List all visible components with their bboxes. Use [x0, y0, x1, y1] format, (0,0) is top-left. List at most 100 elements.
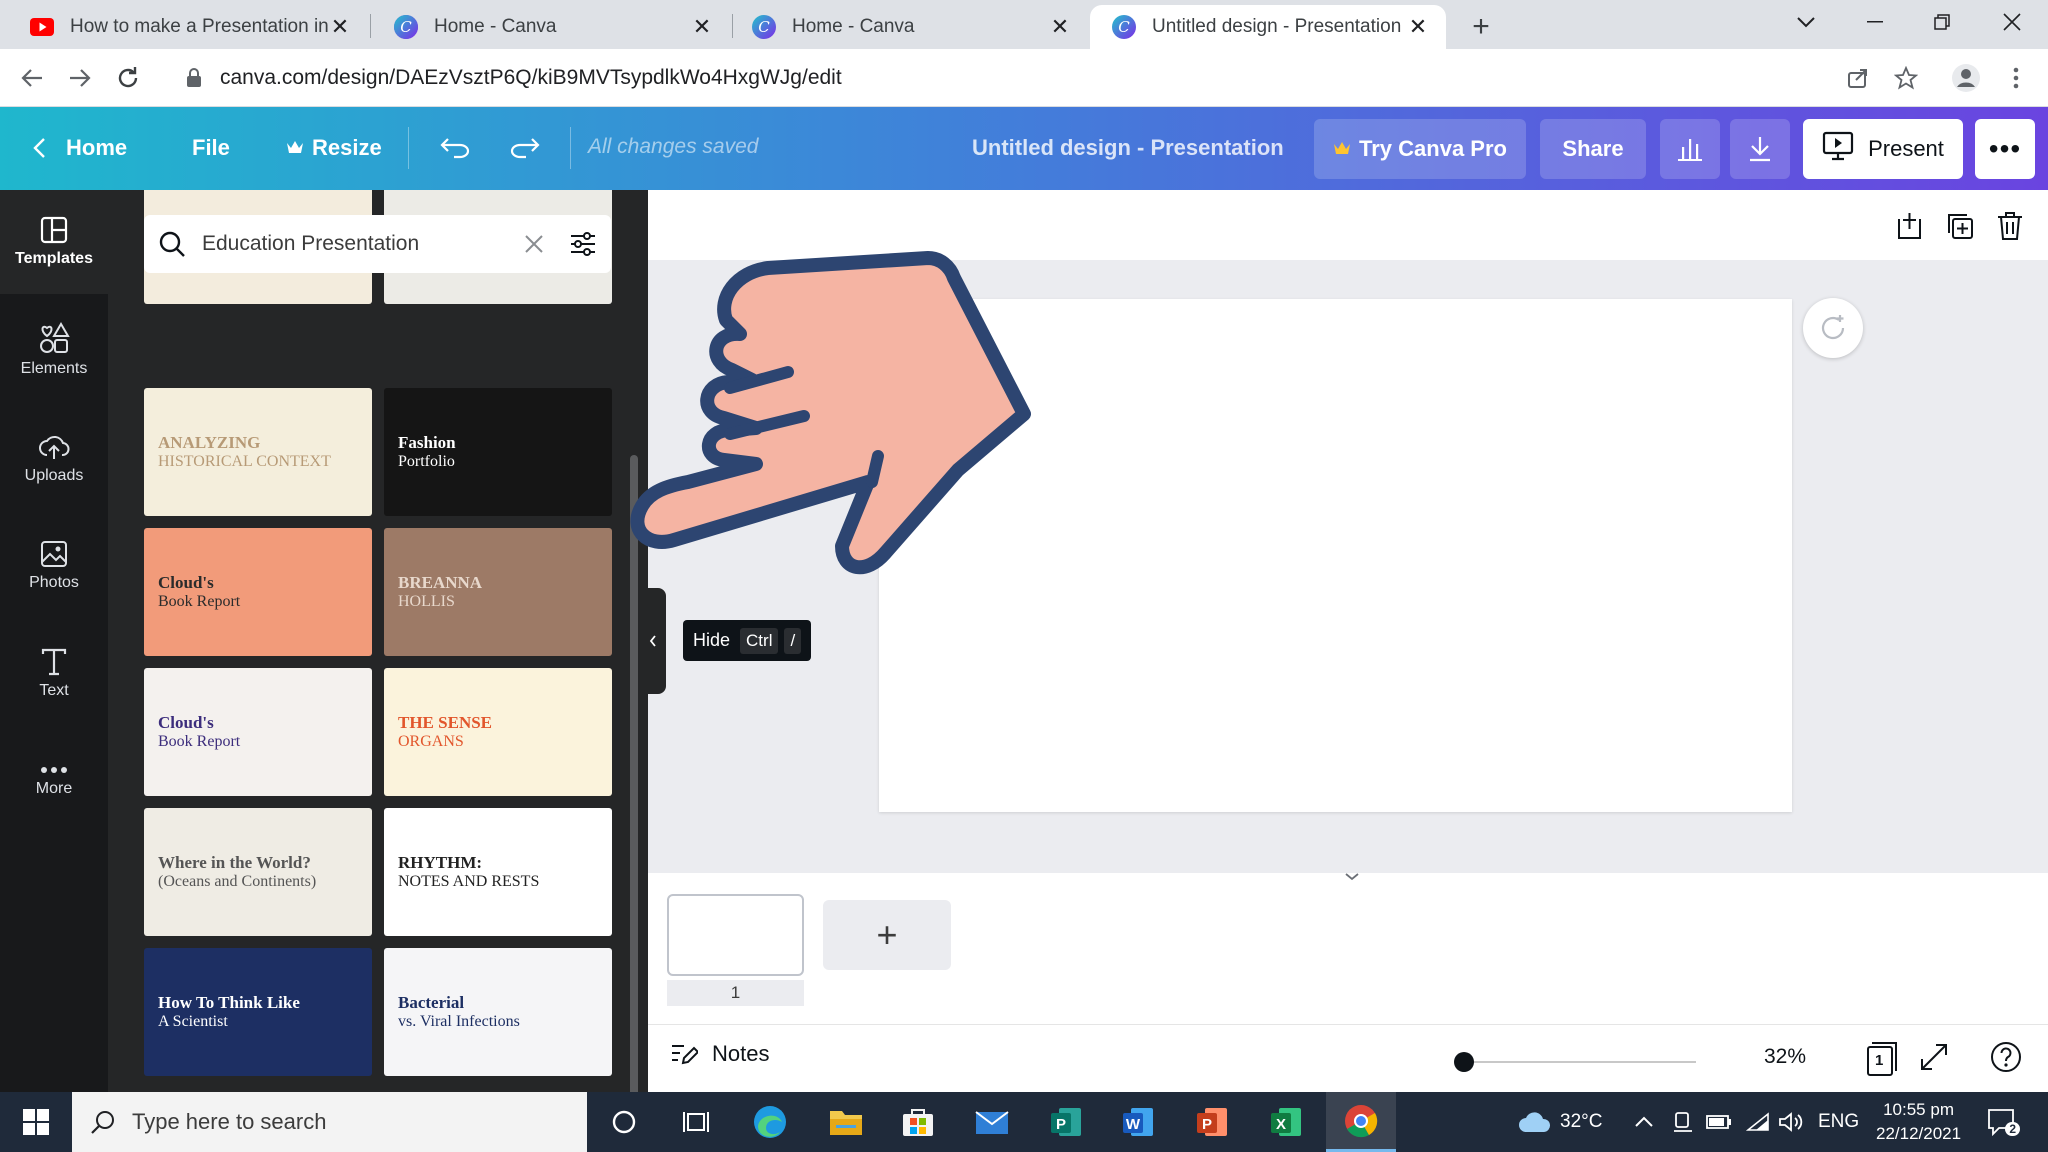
browser-tab[interactable]: C Home - Canva ✕ — [372, 5, 730, 49]
edge-icon[interactable] — [750, 1102, 790, 1142]
close-tab-icon[interactable]: ✕ — [1048, 14, 1072, 39]
page-count-button[interactable]: 1 — [1862, 1041, 1898, 1077]
present-button[interactable]: Present — [1803, 119, 1963, 179]
browser-tab[interactable]: How to make a Presentation in C ✕ — [8, 5, 368, 49]
zoom-level[interactable]: 32% — [1764, 1045, 1806, 1069]
insights-chart-icon[interactable] — [1660, 119, 1720, 179]
text-icon — [41, 648, 67, 676]
cortana-icon[interactable] — [604, 1102, 644, 1142]
svg-text:W: W — [1126, 1116, 1141, 1133]
template-thumbnail[interactable]: Where in the World? (Oceans and Continent… — [144, 808, 372, 936]
template-title-line: How To Think Like — [158, 993, 300, 1012]
regenerate-icon[interactable] — [1803, 298, 1863, 358]
collapse-panel-handle[interactable] — [640, 588, 666, 694]
url-field[interactable]: canva.com/design/DAEzVsztP6Q/kiB9MVTsypd… — [180, 59, 842, 97]
close-tab-icon[interactable]: ✕ — [328, 14, 352, 39]
close-tab-icon[interactable]: ✕ — [690, 14, 714, 39]
taskbar-search-placeholder: Type here to search — [132, 1109, 327, 1134]
zoom-slider-knob[interactable] — [1454, 1052, 1474, 1072]
delete-page-icon[interactable] — [1992, 208, 2028, 244]
meet-now-icon[interactable] — [1672, 1092, 1694, 1152]
template-thumbnail[interactable]: ANALYZING HISTORICAL CONTEXT — [144, 388, 372, 516]
excel-icon[interactable]: X — [1266, 1102, 1306, 1142]
duplicate-page-icon[interactable] — [1942, 208, 1978, 244]
mail-icon[interactable] — [972, 1102, 1012, 1142]
taskbar-search-field[interactable]: Type here to search — [72, 1092, 587, 1152]
help-icon[interactable] — [1990, 1041, 2022, 1078]
template-subtitle-line: ORGANS — [398, 733, 464, 750]
template-thumbnail[interactable]: Bacterial vs. Viral Infections — [384, 948, 612, 1076]
zoom-slider-track[interactable] — [1456, 1061, 1696, 1063]
reload-icon[interactable] — [108, 58, 148, 98]
profile-avatar-icon[interactable] — [1946, 58, 1986, 98]
forward-icon[interactable] — [60, 58, 100, 98]
language-indicator[interactable]: ENG — [1818, 1092, 1859, 1152]
design-title[interactable]: Untitled design - Presentation — [972, 135, 1284, 161]
template-search-field[interactable]: Education Presentation — [144, 215, 611, 273]
share-button[interactable]: Share — [1540, 119, 1646, 179]
template-thumbnail[interactable]: Cloud's Book Report — [144, 668, 372, 796]
windows-start-icon[interactable] — [16, 1102, 56, 1142]
fullscreen-icon[interactable] — [1920, 1043, 1948, 1076]
task-view-icon[interactable] — [676, 1102, 716, 1142]
volume-icon[interactable] — [1778, 1092, 1804, 1152]
back-icon[interactable] — [12, 58, 52, 98]
resize-button[interactable]: Resize — [286, 125, 382, 171]
clear-icon[interactable] — [523, 233, 545, 255]
tab-divider — [370, 14, 371, 38]
browser-tab[interactable]: C Home - Canva ✕ — [730, 5, 1088, 49]
notes-button[interactable]: Notes — [670, 1041, 769, 1067]
add-page-icon[interactable] — [1892, 208, 1928, 244]
undo-icon[interactable] — [440, 125, 470, 171]
rail-item-more[interactable]: More — [0, 732, 108, 832]
present-label: Present — [1868, 136, 1944, 161]
tab-search-icon[interactable] — [1776, 0, 1836, 44]
template-thumbnail[interactable]: BREANNA HOLLIS — [384, 528, 612, 656]
share-page-icon[interactable] — [1838, 58, 1878, 98]
template-thumbnail[interactable]: How To Think Like A Scientist — [144, 948, 372, 1076]
close-window-icon[interactable] — [1982, 0, 2042, 44]
try-canva-pro-button[interactable]: Try Canva Pro — [1314, 119, 1526, 179]
bookmark-star-icon[interactable] — [1886, 58, 1926, 98]
template-thumbnail[interactable]: RHYTHM: NOTES AND RESTS — [384, 808, 612, 936]
tray-chevron-icon[interactable] — [1634, 1092, 1654, 1152]
new-tab-button[interactable]: + — [1462, 8, 1500, 46]
more-options-button[interactable]: ••• — [1975, 119, 2035, 179]
template-thumbnail[interactable]: Cloud's Book Report — [144, 528, 372, 656]
restore-icon[interactable] — [1912, 0, 1972, 44]
filter-sliders-icon[interactable] — [569, 231, 597, 257]
publisher-icon[interactable]: P — [1046, 1102, 1086, 1142]
browser-tab-active[interactable]: C Untitled design - Presentation ✕ — [1090, 5, 1446, 49]
notifications-icon[interactable]: 2 — [1982, 1102, 2022, 1142]
rail-label: More — [35, 780, 73, 797]
search-input[interactable]: Education Presentation — [202, 232, 523, 256]
battery-icon[interactable] — [1706, 1092, 1732, 1152]
browser-menu-icon[interactable] — [1996, 58, 2036, 98]
rail-item-text[interactable]: Text — [0, 624, 108, 724]
rail-item-templates[interactable]: Templates — [0, 190, 108, 294]
add-page-button[interactable]: + — [823, 900, 951, 970]
redo-icon[interactable] — [510, 125, 540, 171]
svg-text:P: P — [1056, 1116, 1066, 1133]
chrome-taskbar-icon[interactable] — [1326, 1092, 1396, 1152]
powerpoint-icon[interactable]: P — [1192, 1102, 1232, 1142]
download-icon[interactable] — [1730, 119, 1790, 179]
system-clock[interactable]: 10:55 pm 22/12/2021 — [1876, 1098, 1961, 1146]
expand-pages-chevron-icon[interactable] — [1345, 873, 1359, 881]
wifi-icon[interactable] — [1746, 1092, 1770, 1152]
microsoft-store-icon[interactable] — [898, 1102, 938, 1142]
home-button[interactable]: Home — [32, 125, 127, 171]
rail-item-photos[interactable]: Photos — [0, 516, 108, 616]
minimize-icon[interactable] — [1845, 0, 1905, 44]
template-thumbnail[interactable]: Fashion Portfolio — [384, 388, 612, 516]
template-thumbnail[interactable]: THE SENSE ORGANS — [384, 668, 612, 796]
page-thumbnail[interactable] — [667, 894, 804, 976]
rail-item-elements[interactable]: Elements — [0, 300, 108, 400]
file-explorer-icon[interactable] — [826, 1102, 866, 1142]
close-tab-icon[interactable]: ✕ — [1406, 14, 1430, 39]
weather-widget[interactable]: 32°C — [1518, 1092, 1602, 1152]
rail-item-uploads[interactable]: Uploads — [0, 408, 108, 508]
template-title-line: Bacterial — [398, 993, 465, 1012]
word-icon[interactable]: W — [1118, 1102, 1158, 1142]
file-menu-button[interactable]: File — [192, 125, 230, 171]
